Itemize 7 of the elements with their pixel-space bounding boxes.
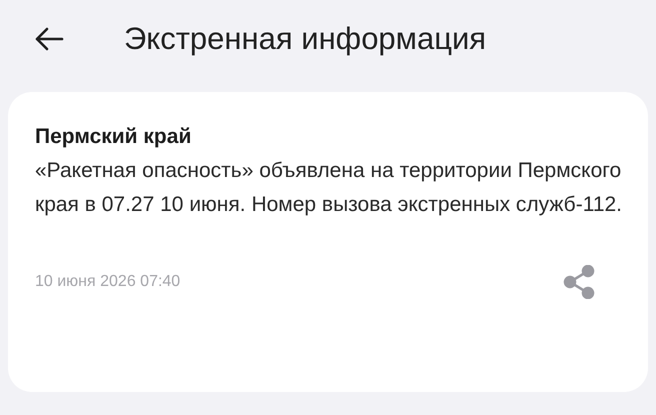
share-button[interactable] xyxy=(562,264,596,300)
alert-message: «Ракетная опасность» объявлена на территории Пермского края в 07.27 10 июня. Номер вызова экстренных служб-112. xyxy=(35,158,624,218)
alert-timestamp: 10 июня 2026 07:40 xyxy=(35,272,180,292)
back-arrow-icon xyxy=(34,27,64,51)
alert-region: Пермский край xyxy=(35,124,192,150)
page-title: Экстренная информация xyxy=(124,20,486,58)
share-icon xyxy=(563,265,595,299)
